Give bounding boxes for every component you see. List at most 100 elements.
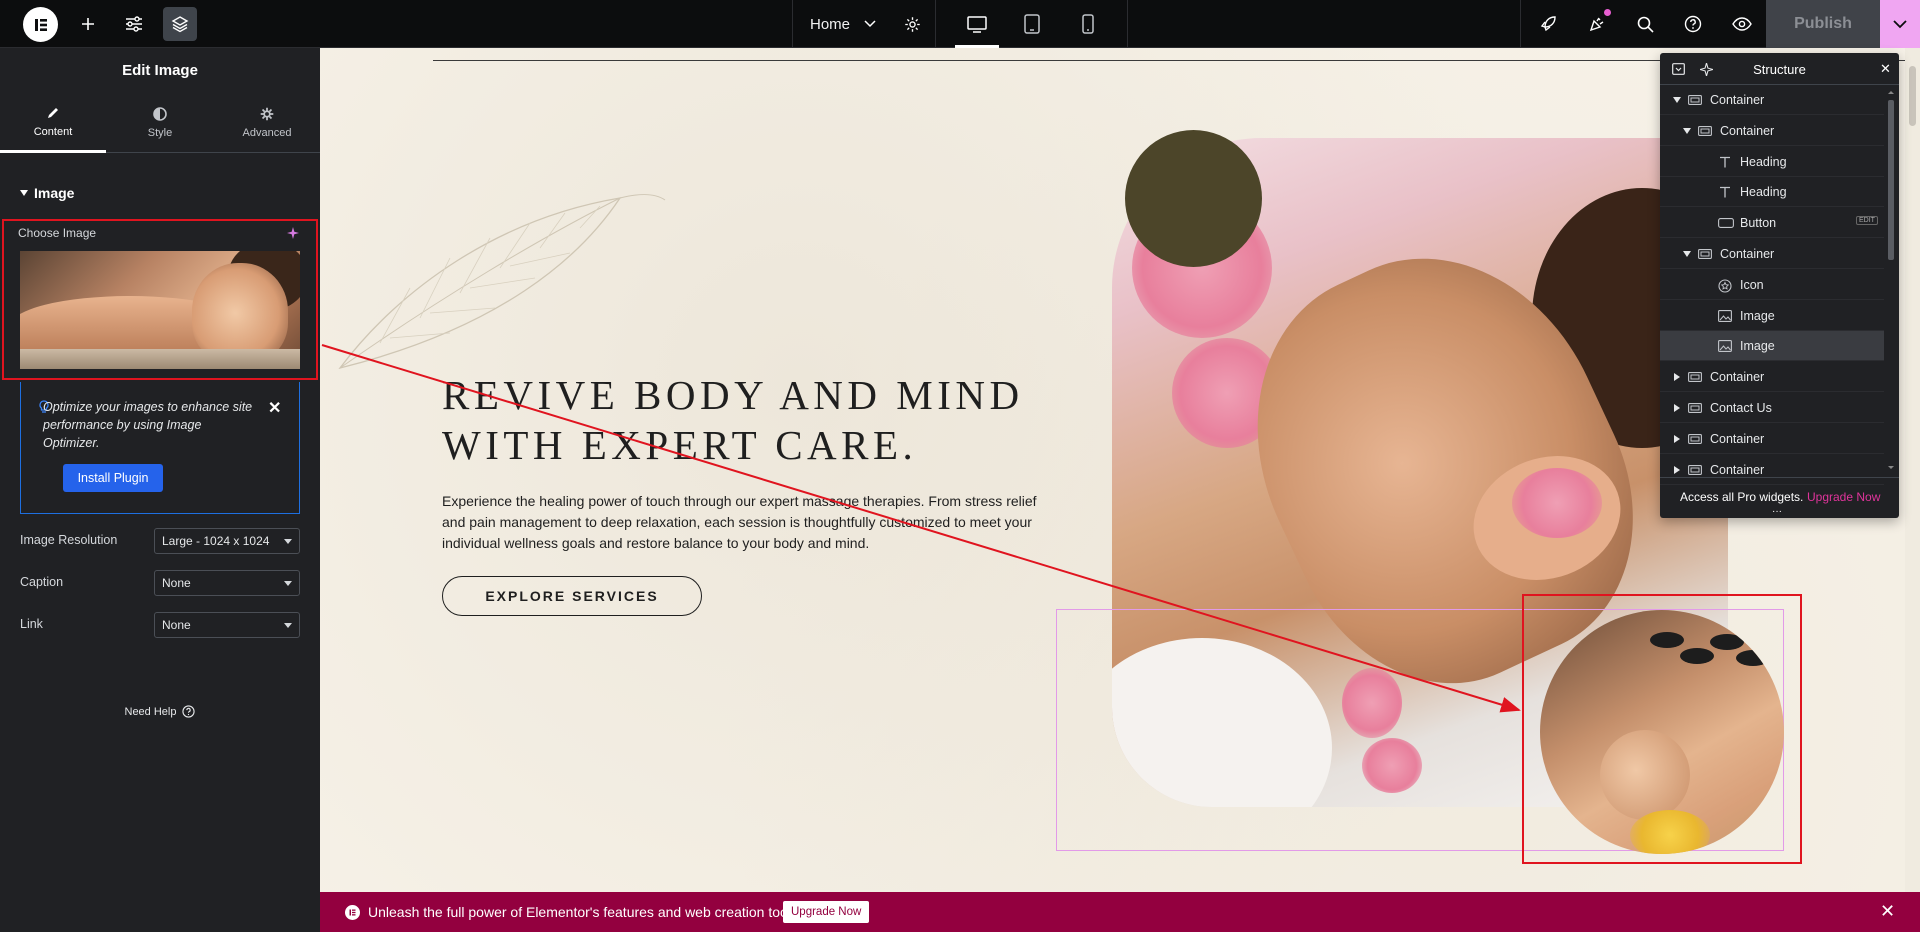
structure-item-heading[interactable]: Heading [1660, 177, 1884, 208]
search-button[interactable] [1621, 0, 1669, 48]
launch-button[interactable] [1524, 0, 1572, 48]
structure-item-icon[interactable]: Icon [1660, 270, 1884, 300]
structure-item-container[interactable]: Container [1660, 362, 1884, 393]
image-thumbnail[interactable] [20, 251, 300, 369]
highlight-box [1522, 594, 1802, 864]
notifications-button[interactable] [1573, 0, 1621, 48]
container-icon [1688, 433, 1702, 445]
upgrade-now-button[interactable]: Upgrade Now [783, 901, 870, 923]
chevron-down-icon [1893, 19, 1907, 28]
caret-right-icon[interactable] [1672, 372, 1682, 382]
site-settings-button[interactable] [110, 0, 158, 48]
elementor-editor: { "topbar": { "page_name": "Home", "publ… [0, 0, 1920, 932]
drag-handle-icon[interactable]: ··· [1772, 506, 1782, 517]
caret-down-icon[interactable] [1672, 95, 1682, 105]
image-resolution-select[interactable]: Large - 1024 x 1024 [154, 528, 300, 554]
structure-button[interactable] [163, 7, 197, 41]
heading-icon [1718, 186, 1732, 198]
help-button[interactable] [1669, 0, 1717, 48]
structure-item-label: Container [1710, 93, 1765, 107]
add-element-button[interactable] [64, 0, 112, 48]
mobile-view-button[interactable] [1060, 0, 1116, 48]
elementor-logo-icon[interactable] [23, 7, 58, 42]
tab-style[interactable]: Style [107, 93, 213, 153]
structure-item-button[interactable]: Button EDIT [1660, 208, 1884, 239]
need-help-link[interactable]: Need Help [0, 705, 320, 718]
edit-badge[interactable]: EDIT [1856, 216, 1878, 226]
chevron-down-icon [864, 20, 876, 28]
close-icon[interactable]: ✕ [268, 398, 281, 418]
heading-icon [1718, 156, 1732, 168]
promo-bar: Unleash the full power of Elementor's fe… [320, 892, 1920, 932]
close-icon[interactable]: ✕ [1880, 61, 1891, 77]
pencil-icon [48, 107, 58, 118]
promo-text: Unleash the full power of Elementor's fe… [368, 904, 802, 920]
caret-right-icon[interactable] [1672, 434, 1682, 444]
container-icon [1688, 464, 1702, 476]
caret-down-icon [20, 190, 28, 196]
hero-heading: REVIVE BODY AND MIND WITH EXPERT CARE. [442, 370, 1082, 470]
structure-item-label: Heading [1740, 154, 1787, 169]
structure-item-container[interactable]: Container [1660, 424, 1884, 454]
structure-item-label: Container [1710, 370, 1765, 385]
ai-sparkle-icon[interactable] [287, 226, 299, 244]
desktop-view-button[interactable] [949, 0, 1005, 48]
eye-icon [1732, 17, 1752, 31]
publish-options-button[interactable] [1880, 0, 1920, 48]
structure-item-container[interactable]: Contact Us [1660, 393, 1884, 423]
structure-item-label: Image [1740, 308, 1775, 323]
caption-control: Caption None [20, 570, 300, 596]
structure-item-label: Heading [1740, 185, 1787, 200]
page-settings-button[interactable] [888, 0, 936, 48]
caret-down-icon [284, 623, 292, 628]
structure-item-label: Contact Us [1710, 401, 1772, 415]
section-title: Image [34, 185, 75, 201]
choose-image-label: Choose Image [18, 226, 97, 240]
structure-item-heading[interactable]: Heading [1660, 147, 1884, 177]
caret-down-icon[interactable] [1682, 249, 1692, 259]
structure-item-container[interactable]: Container [1660, 85, 1884, 115]
elementor-logo-icon [345, 905, 360, 920]
caption-value: None [162, 576, 191, 590]
structure-item-label: Container [1720, 123, 1775, 138]
structure-item-container[interactable]: Container [1660, 116, 1884, 146]
caret-right-icon[interactable] [1672, 465, 1682, 475]
device-switcher [935, 0, 1128, 48]
caption-label: Caption [20, 575, 64, 589]
caret-down-icon [284, 581, 292, 586]
image-icon [1718, 340, 1732, 353]
publish-button[interactable]: Publish [1766, 0, 1880, 48]
tab-content[interactable]: Content [0, 93, 106, 153]
caret-down-icon[interactable] [1682, 126, 1692, 136]
explore-services-button[interactable]: EXPLORE SERVICES [442, 576, 702, 616]
tablet-view-button[interactable] [1004, 0, 1060, 48]
canvas-scrollbar[interactable] [1905, 48, 1920, 892]
structure-item-container[interactable]: Container [1660, 239, 1884, 269]
structure-item-image[interactable]: Image [1660, 331, 1884, 362]
image-resolution-label: Image Resolution [20, 533, 118, 547]
link-label: Link [20, 617, 43, 631]
gear-icon [904, 16, 920, 32]
tab-advanced[interactable]: Advanced [214, 93, 320, 153]
preview-button[interactable] [1718, 0, 1766, 48]
structure-item-label: Container [1710, 462, 1765, 477]
section-image-toggle[interactable]: Image [20, 185, 74, 201]
desktop-icon [967, 15, 987, 33]
image-resolution-control: Image Resolution Large - 1024 x 1024 [20, 528, 300, 554]
link-select[interactable]: None [154, 612, 300, 638]
structure-item-image[interactable]: Image [1660, 301, 1884, 331]
caption-select[interactable]: None [154, 570, 300, 596]
close-icon[interactable]: ✕ [1880, 901, 1895, 922]
rocket-icon [1540, 16, 1556, 32]
tab-content-label: Content [33, 125, 73, 138]
install-plugin-button[interactable]: Install Plugin [63, 464, 163, 492]
structure-scrollbar[interactable] [1886, 90, 1896, 470]
notifications-icon [1589, 17, 1604, 32]
caret-right-icon[interactable] [1672, 403, 1682, 413]
top-bar: Home Publish [0, 0, 1920, 48]
hero-heading-line-2: WITH EXPERT CARE. [442, 422, 918, 468]
container-icon [1698, 125, 1712, 137]
upgrade-now-link[interactable]: Upgrade Now [1807, 490, 1880, 504]
leaf-illustration [338, 194, 666, 370]
mobile-icon [1082, 14, 1094, 34]
